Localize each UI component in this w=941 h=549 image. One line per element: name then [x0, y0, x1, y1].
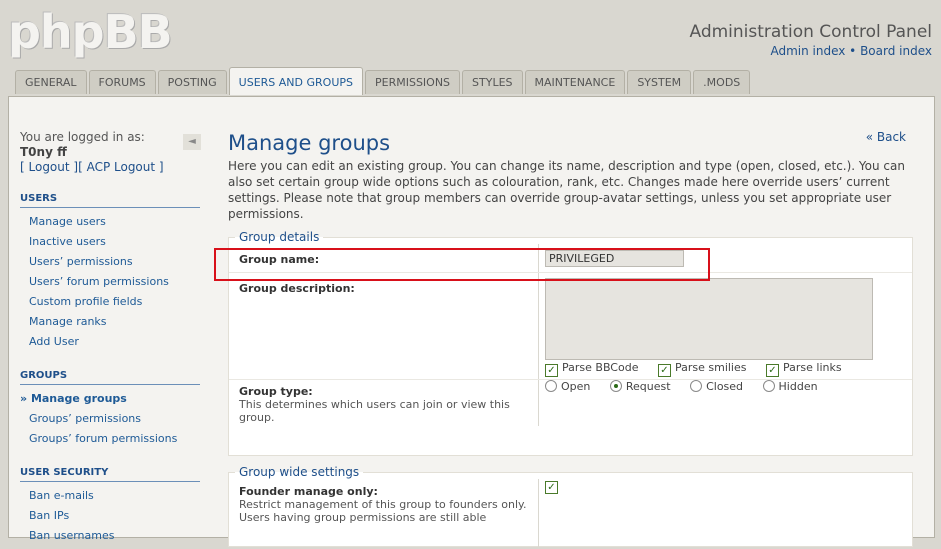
- parse-bbcode-option[interactable]: ✓ Parse BBCode: [545, 361, 639, 377]
- sidebar-item-groups-permissions[interactable]: Groups’ permissions: [20, 409, 200, 429]
- parse-smilies-label: Parse smilies: [674, 361, 747, 374]
- group-name-highlight-box: [214, 248, 710, 281]
- parse-bbcode-label: Parse BBCode: [562, 361, 639, 374]
- radio-selected-icon: [609, 380, 622, 392]
- page-title: Manage groups: [228, 131, 391, 155]
- radio-icon: [690, 380, 703, 392]
- founder-manage-checkbox[interactable]: ✓: [545, 481, 558, 494]
- sidebar-item-custom-profile-fields[interactable]: Custom profile fields: [20, 292, 200, 312]
- parse-links-label: Parse links: [782, 361, 842, 374]
- group-type-label-wrap: Group type: This determines which users …: [239, 385, 529, 424]
- tab-forums[interactable]: FORUMS: [88, 70, 156, 94]
- group-wide-legend: Group wide settings: [239, 465, 360, 479]
- parse-links-option[interactable]: ✓ Parse links: [765, 361, 842, 377]
- admin-index-link[interactable]: Admin index: [770, 44, 845, 58]
- radio-icon: [762, 380, 775, 392]
- sidebar-item-ban-ips[interactable]: Ban IPs: [20, 506, 200, 526]
- radio-icon: [545, 380, 557, 392]
- sidebar-item-manage-groups[interactable]: Manage groups: [20, 389, 200, 409]
- tab-mods[interactable]: .MODS: [693, 70, 751, 94]
- phpbb-logo: phpBB: [8, 5, 173, 59]
- type-open-option[interactable]: Open: [545, 380, 590, 393]
- type-request-label: Request: [625, 380, 671, 393]
- sidebar-section-title: GROUPS: [20, 370, 200, 385]
- tab-maintenance[interactable]: MAINTENANCE: [524, 70, 626, 94]
- group-description-label-wrap: Group description:: [239, 282, 529, 295]
- sidebar-item-ban-emails[interactable]: Ban e-mails: [20, 486, 200, 506]
- group-type-label: Group type:: [239, 385, 313, 398]
- sidebar-item-inactive-users[interactable]: Inactive users: [20, 232, 200, 252]
- sidebar-section-title: USERS: [20, 193, 200, 208]
- group-details-legend: Group details: [239, 230, 320, 244]
- sidebar-item-users-permissions[interactable]: Users’ permissions: [20, 252, 200, 272]
- username: T0ny ff: [20, 145, 67, 159]
- tab-general[interactable]: GENERAL: [15, 70, 87, 94]
- sidebar-item-ban-usernames[interactable]: Ban usernames: [20, 526, 200, 546]
- sidebar-item-manage-users[interactable]: Manage users: [20, 212, 200, 232]
- group-wide-settings-fieldset: Group wide settings Founder manage only:…: [228, 465, 913, 549]
- group-type-options: Open Request Closed Hidden: [545, 378, 834, 393]
- type-hidden-option[interactable]: Hidden: [762, 380, 818, 393]
- founder-manage-label: Founder manage only:: [239, 485, 378, 498]
- founder-manage-label-wrap: Founder manage only: Restrict management…: [239, 485, 529, 524]
- parse-options: ✓ Parse BBCode ✓ Parse smilies ✓ Parse link…: [545, 361, 858, 377]
- checkbox-icon: ✓: [765, 364, 779, 377]
- group-description-label: Group description:: [239, 282, 355, 295]
- group-type-cell: Open Request Closed Hidden: [538, 380, 818, 426]
- sidebar-item-add-user[interactable]: Add User: [20, 332, 200, 352]
- sidebar-section-title: USER SECURITY: [20, 467, 200, 482]
- group-description-row: Group description: ✓ Parse BBCode ✓ Parse …: [229, 273, 912, 380]
- sidebar-item-groups-forum-permissions[interactable]: Groups’ forum permissions: [20, 429, 200, 449]
- tab-posting[interactable]: POSTING: [157, 70, 227, 94]
- sidebar-item-manage-ranks[interactable]: Manage ranks: [20, 312, 200, 332]
- collapse-sidebar-icon[interactable]: ◄: [183, 134, 201, 150]
- checkbox-icon: ✓: [545, 364, 558, 377]
- page-intro: Here you can edit an existing group. You…: [228, 159, 905, 221]
- founder-manage-cell: ✓: [538, 479, 558, 549]
- type-open-label: Open: [561, 380, 591, 393]
- type-request-option[interactable]: Request: [609, 380, 671, 393]
- tab-system[interactable]: SYSTEM: [627, 70, 692, 94]
- type-closed-option[interactable]: Closed: [690, 380, 743, 393]
- link-separator: •: [849, 44, 857, 58]
- group-type-explain: This determines which users can join or …: [239, 398, 510, 424]
- main-tabs: GENERAL FORUMS POSTING USERS AND GROUPS …: [15, 67, 752, 95]
- group-description-cell: ✓ Parse BBCode ✓ Parse smilies ✓ Parse link…: [538, 273, 873, 379]
- tab-styles[interactable]: STYLES: [462, 70, 523, 94]
- sidebar: You are logged in as: T0ny ff [ Logout ]…: [20, 130, 200, 546]
- acp-title: Administration Control Panel: [689, 22, 932, 42]
- type-hidden-label: Hidden: [778, 380, 818, 393]
- parse-smilies-option[interactable]: ✓ Parse smilies: [657, 361, 747, 377]
- tab-permissions[interactable]: PERMISSIONS: [365, 70, 461, 94]
- founder-manage-row: Founder manage only: Restrict management…: [229, 479, 912, 549]
- checkbox-icon: ✓: [657, 364, 671, 377]
- sidebar-section-groups: GROUPS Manage groups Groups’ permissions…: [20, 370, 200, 449]
- sidebar-section-user-security: USER SECURITY Ban e-mails Ban IPs Ban us…: [20, 467, 200, 546]
- sidebar-item-users-forum-permissions[interactable]: Users’ forum permissions: [20, 272, 200, 292]
- content-panel: You are logged in as: T0ny ff [ Logout ]…: [8, 96, 935, 549]
- type-closed-label: Closed: [706, 380, 744, 393]
- back-link[interactable]: « Back: [866, 130, 906, 144]
- group-type-row: Group type: This determines which users …: [229, 380, 912, 426]
- login-info: You are logged in as: T0ny ff [ Logout ]…: [20, 130, 200, 175]
- logout-links[interactable]: [ Logout ][ ACP Logout ]: [20, 160, 164, 174]
- group-description-textarea[interactable]: [545, 278, 873, 360]
- sidebar-section-users: USERS Manage users Inactive users Users’…: [20, 193, 200, 352]
- main-content: « Back Manage groups Here you can edit a…: [228, 130, 914, 549]
- logged-in-label: You are logged in as:: [20, 130, 145, 144]
- board-index-link[interactable]: Board index: [860, 44, 932, 58]
- tab-users-and-groups[interactable]: USERS AND GROUPS: [228, 67, 363, 95]
- header-links: Admin index • Board index: [770, 44, 932, 58]
- founder-manage-explain: Restrict management of this group to fou…: [239, 498, 527, 524]
